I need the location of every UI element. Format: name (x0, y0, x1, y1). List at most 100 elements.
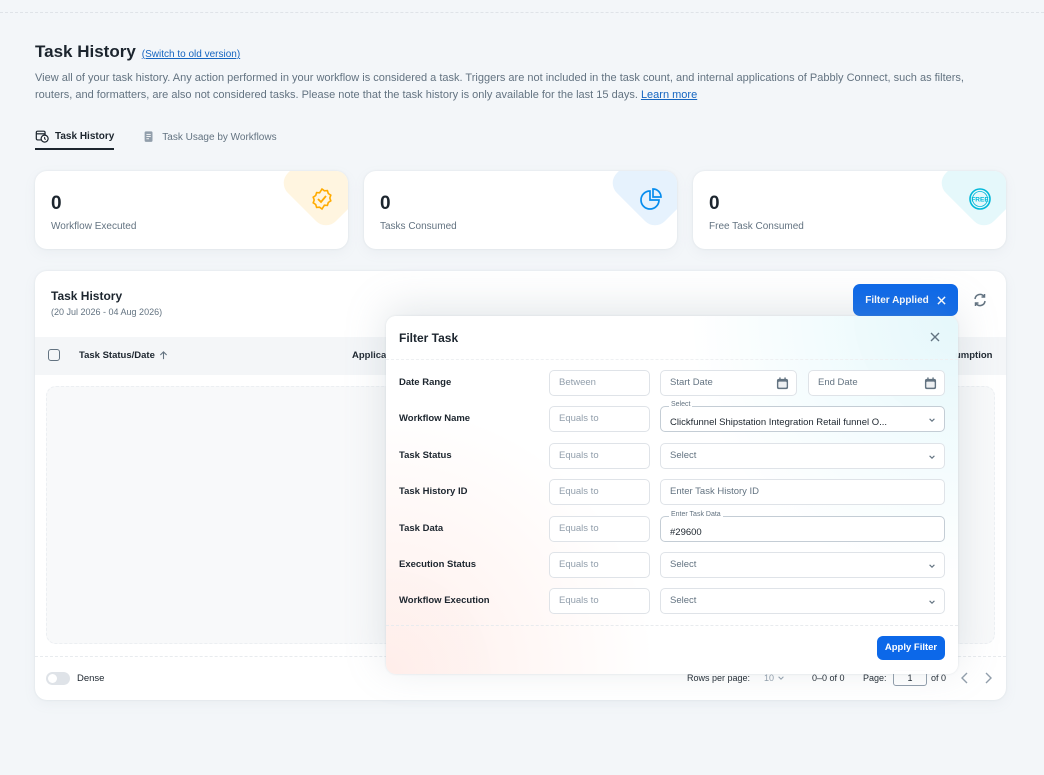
task-history-id-operator[interactable]: Equals to (549, 479, 650, 505)
chevron-down-icon (929, 564, 935, 568)
stat-value: 0 (709, 193, 720, 214)
modal-footer-divider (386, 625, 958, 626)
chevron-down-icon (929, 418, 935, 422)
filter-label: Task Status (399, 450, 452, 461)
document-icon (144, 131, 153, 142)
dense-toggle[interactable] (46, 672, 70, 685)
stat-label: Tasks Consumed (380, 221, 457, 232)
chevron-down-icon (929, 455, 935, 459)
svg-text:FREE: FREE (971, 197, 989, 204)
apply-filter-button[interactable]: Apply Filter (877, 636, 945, 660)
filter-row-execution-status: Execution Status Equals to Select (386, 552, 958, 578)
task-status-operator[interactable]: Equals to (549, 443, 650, 469)
pie-chart-icon (640, 188, 662, 210)
calendar-icon[interactable] (924, 377, 937, 390)
start-date-field[interactable]: Start Date (660, 370, 797, 396)
close-icon[interactable] (929, 331, 941, 343)
description-text: View all of your task history. Any actio… (35, 72, 964, 101)
column-label: umption (955, 350, 993, 361)
top-divider (0, 12, 1044, 13)
filter-label: Task History ID (399, 486, 468, 497)
filter-row-date-range: Date Range Between Start Date End Date (386, 370, 958, 396)
filter-row-workflow-name: Workflow Name Equals to Select Clickfunn… (386, 400, 958, 432)
tab-bar: Task History Task Usage by Workflows (35, 124, 277, 150)
workflow-execution-operator[interactable]: Equals to (549, 588, 650, 614)
stat-card-tasks-consumed: 0 Tasks Consumed (364, 171, 677, 249)
chevron-right-icon[interactable] (982, 671, 994, 685)
column-header-task-status[interactable]: Task Status/Date (79, 350, 168, 361)
filter-label: Task Data (399, 523, 444, 534)
page-header: Task History (Switch to old version) (35, 42, 240, 62)
stat-value: 0 (380, 193, 391, 214)
float-label: Enter Task Data (669, 510, 723, 520)
chevron-down-icon (778, 676, 784, 680)
filter-label: Execution Status (399, 559, 477, 570)
modal-title: Filter Task (399, 331, 459, 345)
end-date-placeholder: End Date (818, 377, 858, 388)
task-data-input[interactable]: Enter Task Data #29600 (660, 510, 945, 542)
chevron-down-icon (929, 600, 935, 604)
workflow-name-operator[interactable]: Equals to (549, 406, 650, 432)
select-all-checkbox[interactable] (48, 349, 60, 361)
selected-value: Clickfunnel Shipstation Integration Reta… (670, 417, 888, 428)
free-badge-icon: FREE (969, 188, 991, 210)
refresh-icon[interactable] (971, 291, 989, 309)
filter-row-task-status: Task Status Equals to Select (386, 443, 958, 469)
task-status-select[interactable]: Select (660, 443, 945, 469)
page-label-text: Page: (863, 673, 887, 683)
column-label: Applica (352, 350, 387, 361)
rows-per-page-value: 10 (764, 673, 775, 683)
date-range-operator[interactable]: Between (549, 370, 650, 396)
execution-status-select[interactable]: Select (660, 552, 945, 578)
select-placeholder: Select (670, 559, 697, 570)
float-label: Select (669, 400, 693, 410)
filter-row-task-history-id: Task History ID Equals to Enter Task His… (386, 479, 958, 505)
page-description: View all of your task history. Any actio… (35, 70, 995, 104)
badge-check-icon (312, 187, 332, 211)
calendar-icon[interactable] (776, 377, 789, 390)
learn-more-link[interactable]: Learn more (641, 89, 697, 101)
column-label: Task Status/Date (79, 350, 155, 361)
tab-label: Task History (55, 130, 115, 142)
page-count: of 0 (931, 673, 947, 683)
stat-card-workflow-executed: 0 Workflow Executed (35, 171, 348, 249)
input-value: #29600 (670, 527, 702, 538)
rows-per-page-select[interactable]: 10 (764, 673, 785, 683)
end-date-field[interactable]: End Date (808, 370, 945, 396)
filter-applied-button[interactable]: Filter Applied (853, 284, 958, 316)
close-icon[interactable] (937, 295, 946, 305)
filter-label: Workflow Name (399, 413, 471, 424)
switch-old-version-link[interactable]: (Switch to old version) (142, 49, 240, 60)
table-date-range: (20 Jul 2026 - 04 Aug 2026) (51, 307, 163, 317)
task-data-operator[interactable]: Equals to (549, 516, 650, 542)
filter-row-task-data: Task Data Equals to Enter Task Data #296… (386, 510, 958, 542)
dense-label: Dense (77, 673, 105, 684)
input-placeholder: Enter Task History ID (670, 486, 760, 497)
workflow-name-select[interactable]: Select Clickfunnel Shipstation Integrati… (660, 400, 945, 432)
pagination-range: 0–0 of 0 (812, 673, 845, 683)
tab-task-usage-by-workflows[interactable]: Task Usage by Workflows (142, 124, 277, 150)
filter-label: Date Range (399, 377, 452, 388)
stat-label: Free Task Consumed (709, 221, 804, 232)
calendar-clock-icon (35, 130, 49, 143)
task-history-id-input[interactable]: Enter Task History ID (660, 479, 945, 505)
select-placeholder: Select (670, 595, 697, 606)
workflow-execution-select[interactable]: Select (660, 588, 945, 614)
column-header-consumption[interactable]: umption (955, 350, 992, 361)
arrow-up-icon (159, 351, 167, 360)
rows-per-page-label: Rows per page: (687, 673, 751, 683)
table-title: Task History (51, 289, 123, 303)
filter-task-modal: Filter Task Date Range Between Start Dat… (386, 316, 958, 674)
column-header-application[interactable]: Applica (352, 350, 386, 361)
execution-status-operator[interactable]: Equals to (549, 552, 650, 578)
tab-task-history[interactable]: Task History (35, 124, 115, 150)
stat-label: Workflow Executed (51, 221, 137, 232)
filter-button-label: Filter Applied (865, 294, 929, 306)
start-date-placeholder: Start Date (670, 377, 713, 388)
filter-row-workflow-execution: Workflow Execution Equals to Select (386, 588, 958, 614)
filter-label: Workflow Execution (399, 595, 490, 606)
chevron-left-icon[interactable] (959, 671, 971, 685)
stat-value: 0 (51, 193, 62, 214)
stat-card-free-task-consumed: 0 Free Task Consumed FREE (693, 171, 1006, 249)
tab-label: Task Usage by Workflows (162, 131, 277, 143)
